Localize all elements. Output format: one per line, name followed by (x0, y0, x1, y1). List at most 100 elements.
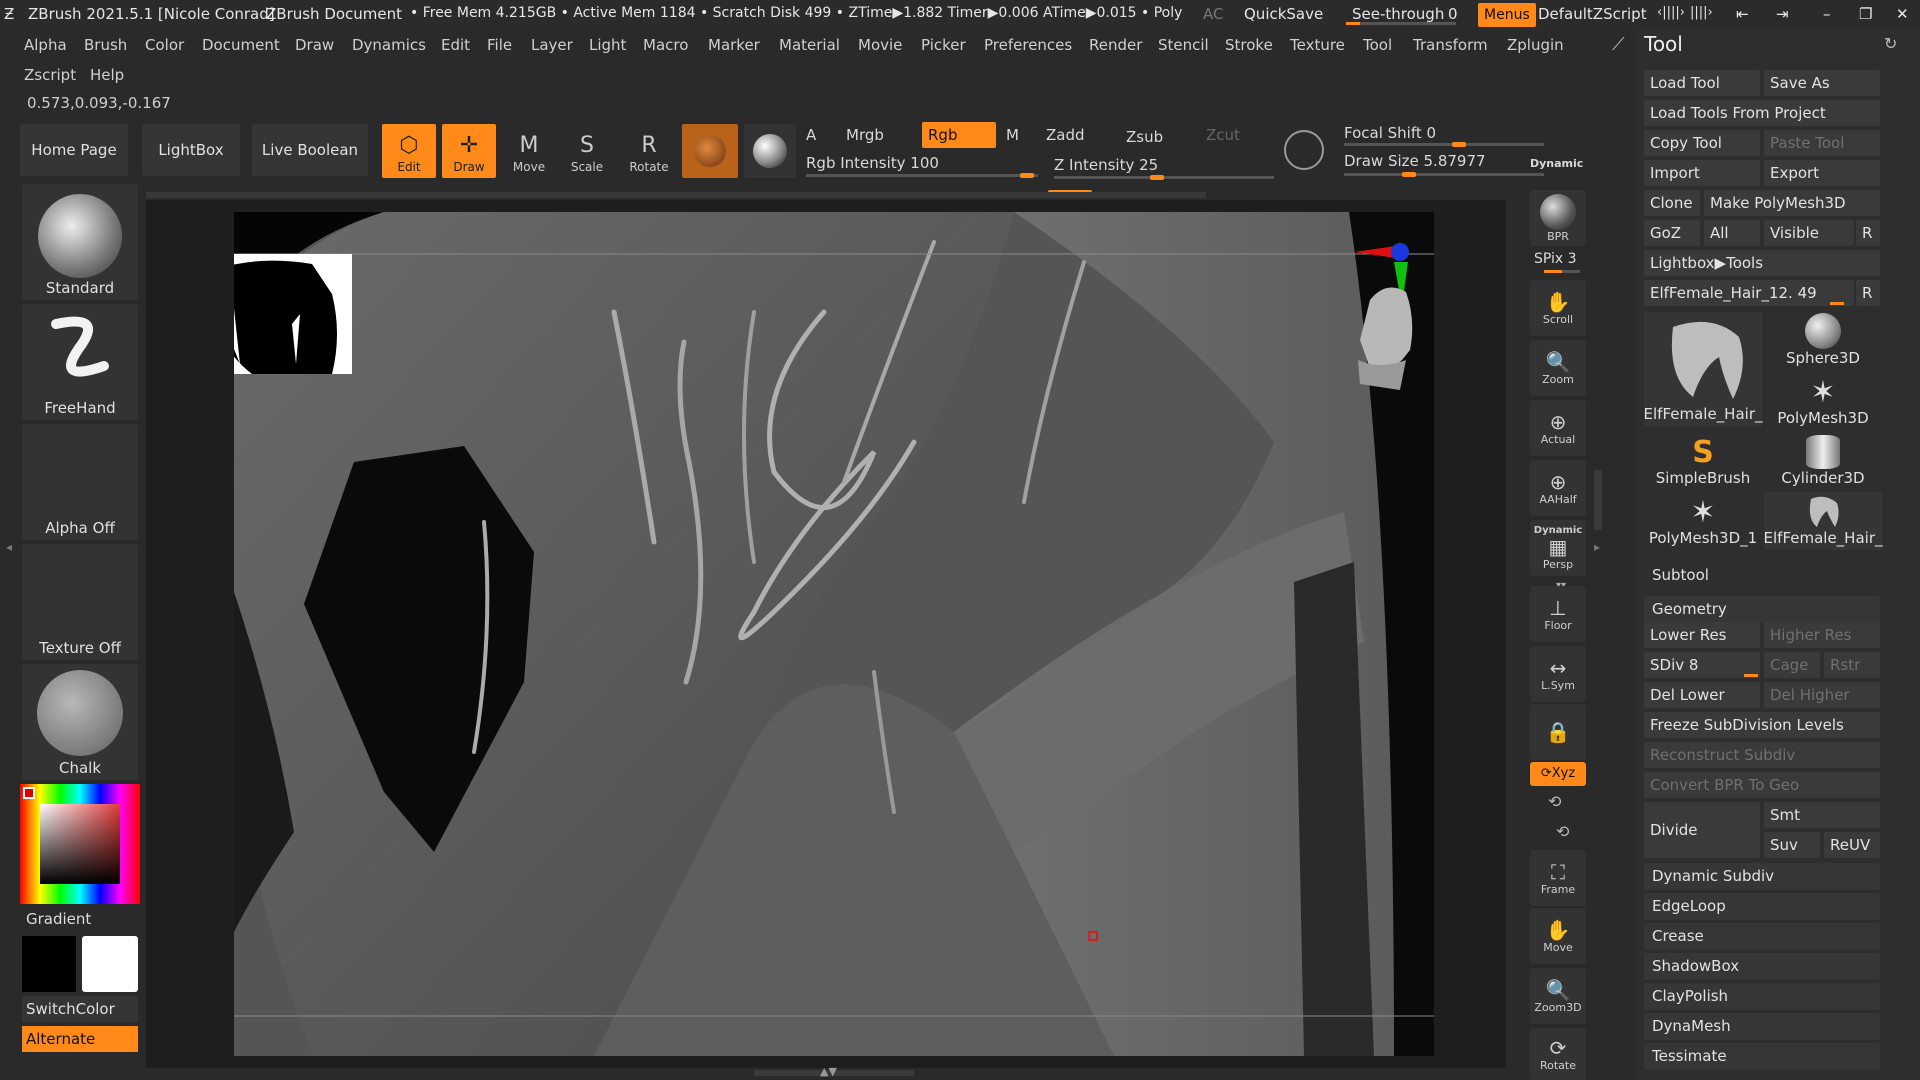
move-mode-button[interactable]: M Move (502, 124, 556, 178)
subtool-section[interactable]: Subtool (1652, 566, 1709, 584)
texture-off-button[interactable]: Texture Off (22, 544, 138, 660)
zcut-toggle[interactable]: Zcut (1200, 122, 1246, 148)
zoom3d-button[interactable]: 🔍 Zoom3D (1530, 968, 1586, 1024)
gradient-label[interactable]: Gradient (26, 910, 91, 928)
menu-render[interactable]: Render (1089, 36, 1142, 54)
tool-tile-elffemale-hair-1[interactable]: ElfFemale_Hair_ (1644, 312, 1762, 426)
xyz-rotation-button[interactable]: ⟳Xyz (1530, 762, 1586, 786)
menu-picker[interactable]: Picker (921, 36, 966, 54)
color-square[interactable] (40, 804, 120, 884)
right-tray-toggle-icon[interactable]: ▸ (1594, 540, 1600, 554)
material-picker-button[interactable] (682, 124, 738, 178)
menu-edit[interactable]: Edit (441, 36, 470, 54)
menu-brush[interactable]: Brush (84, 36, 127, 54)
local-symmetry-button[interactable]: ↔ L.Sym (1530, 646, 1586, 702)
tool-tile-sphere3d[interactable]: Sphere3D (1764, 312, 1882, 370)
del-higher-button[interactable]: Del Higher (1764, 682, 1880, 708)
texture-picker-button[interactable] (744, 124, 796, 178)
menu-document[interactable]: Document (202, 36, 280, 54)
stroke-freehand-button[interactable]: FreeHand (22, 304, 138, 420)
live-boolean-button[interactable]: Live Boolean (252, 124, 368, 176)
bpr-render-button[interactable]: BPR (1530, 190, 1586, 246)
z-intensity-knob[interactable] (1150, 175, 1164, 180)
shadowbox-section[interactable]: ShadowBox (1644, 953, 1880, 980)
save-as-button[interactable]: Save As (1764, 70, 1880, 96)
rgb-intensity-knob[interactable] (1020, 173, 1034, 178)
claypolish-section[interactable]: ClayPolish (1644, 983, 1880, 1010)
layout-icon-1[interactable]: ‹||||› (1657, 5, 1685, 20)
material-chalk-button[interactable]: Chalk (22, 664, 138, 780)
higher-res-button[interactable]: Higher Res (1764, 622, 1880, 648)
sdiv-slider[interactable]: SDiv 8 (1644, 652, 1760, 678)
orientation-head-icon[interactable] (1350, 280, 1422, 390)
load-tools-from-project-button[interactable]: Load Tools From Project (1644, 100, 1880, 126)
zadd-toggle[interactable]: Zadd (1040, 122, 1091, 148)
goz-visible-button[interactable]: Visible (1764, 220, 1854, 246)
rgb-toggle[interactable]: Rgb (922, 122, 996, 148)
menu-preferences[interactable]: Preferences (984, 36, 1072, 54)
menu-macro[interactable]: Macro (643, 36, 688, 54)
scroll-button[interactable]: ✋ Scroll (1530, 280, 1586, 336)
menu-transform[interactable]: Transform (1413, 36, 1488, 54)
suv-toggle[interactable]: Suv (1764, 832, 1820, 858)
tool-tile-polymesh3d-1[interactable]: ✶ PolyMesh3D_1 (1644, 492, 1762, 550)
smt-toggle[interactable]: Smt (1764, 802, 1880, 828)
reuv-toggle[interactable]: ReUV (1824, 832, 1880, 858)
primary-color-swatch[interactable] (82, 936, 138, 992)
draw-size-slider[interactable] (1344, 173, 1544, 176)
del-lower-button[interactable]: Del Lower (1644, 682, 1760, 708)
close-icon[interactable]: ✕ (1896, 5, 1909, 23)
divide-button[interactable]: Divide (1644, 802, 1760, 858)
alternate-button[interactable]: Alternate (22, 1026, 138, 1052)
switch-color-button[interactable]: SwitchColor (22, 996, 138, 1022)
copy-tool-button[interactable]: Copy Tool (1644, 130, 1760, 156)
reconstruct-subdiv-button[interactable]: Reconstruct Subdiv (1644, 742, 1880, 768)
lock-button[interactable]: 🔒 (1530, 704, 1586, 760)
brush-standard-button[interactable]: Standard (22, 184, 138, 300)
menu-alpha[interactable]: Alpha (24, 36, 67, 54)
lightbox-button[interactable]: LightBox (142, 124, 240, 176)
menu-texture[interactable]: Texture (1290, 36, 1345, 54)
layout-icon-2[interactable]: ||||› (1690, 5, 1713, 20)
tool-tile-elffemale-hair-2[interactable]: ElfFemale_Hair_ (1764, 492, 1882, 550)
export-button[interactable]: Export (1764, 160, 1880, 186)
menu-marker[interactable]: Marker (708, 36, 760, 54)
zsub-toggle[interactable]: Zsub (1120, 124, 1169, 150)
quicksave-button[interactable]: QuickSave (1244, 5, 1323, 23)
tool-palette-title[interactable]: Tool (1644, 32, 1683, 56)
perspective-button[interactable]: Dynamic ▦ Persp (1530, 520, 1586, 576)
tool-tile-simplebrush[interactable]: S SimpleBrush (1644, 432, 1762, 490)
focal-shift-knob[interactable] (1452, 142, 1466, 147)
draw-mode-button[interactable]: ✛ Draw (442, 124, 496, 178)
lazy-mouse-icon[interactable] (1284, 130, 1324, 170)
menu-draw[interactable]: Draw (295, 36, 334, 54)
focal-shift-slider[interactable] (1344, 143, 1544, 146)
rgb-intensity-slider[interactable] (806, 174, 1038, 177)
menu-color[interactable]: Color (145, 36, 184, 54)
rotate-view-button[interactable]: ⟳ Rotate (1530, 1028, 1586, 1080)
goz-button[interactable]: GoZ (1644, 220, 1700, 246)
mrgb-toggle[interactable]: Mrgb (840, 122, 890, 148)
document-canvas[interactable] (234, 212, 1434, 1056)
menus-toggle-button[interactable]: Menus (1478, 3, 1536, 27)
pin-icon[interactable]: ⟋ (1612, 34, 1625, 55)
home-page-button[interactable]: Home Page (20, 124, 128, 176)
import-button[interactable]: Import (1644, 160, 1760, 186)
spix-setting[interactable]: SPix 3 (1534, 251, 1577, 267)
alpha-off-button[interactable]: Alpha Off (22, 424, 138, 540)
minimize-icon[interactable]: – (1823, 5, 1831, 23)
menu-zscript[interactable]: Zscript (24, 66, 76, 84)
menu-stencil[interactable]: Stencil (1158, 36, 1209, 54)
edgeloop-section[interactable]: EdgeLoop (1644, 893, 1880, 920)
see-through-slider[interactable] (1346, 22, 1456, 25)
dynamic-size-toggle[interactable]: Dynamic (1524, 150, 1589, 176)
zoom-button[interactable]: 🔍 Zoom (1530, 340, 1586, 396)
aahalf-button[interactable]: ⊕ AAHalf (1530, 460, 1586, 516)
alpha-toggle[interactable]: A (800, 122, 822, 148)
clone-button[interactable]: Clone (1644, 190, 1700, 216)
right-scroll-handle[interactable] (1594, 470, 1602, 530)
move-view-button[interactable]: ✋ Move (1530, 908, 1586, 964)
menu-movie[interactable]: Movie (858, 36, 902, 54)
m-toggle[interactable]: M (1000, 122, 1025, 148)
palette-reset-icon[interactable]: ↻ (1884, 34, 1897, 53)
